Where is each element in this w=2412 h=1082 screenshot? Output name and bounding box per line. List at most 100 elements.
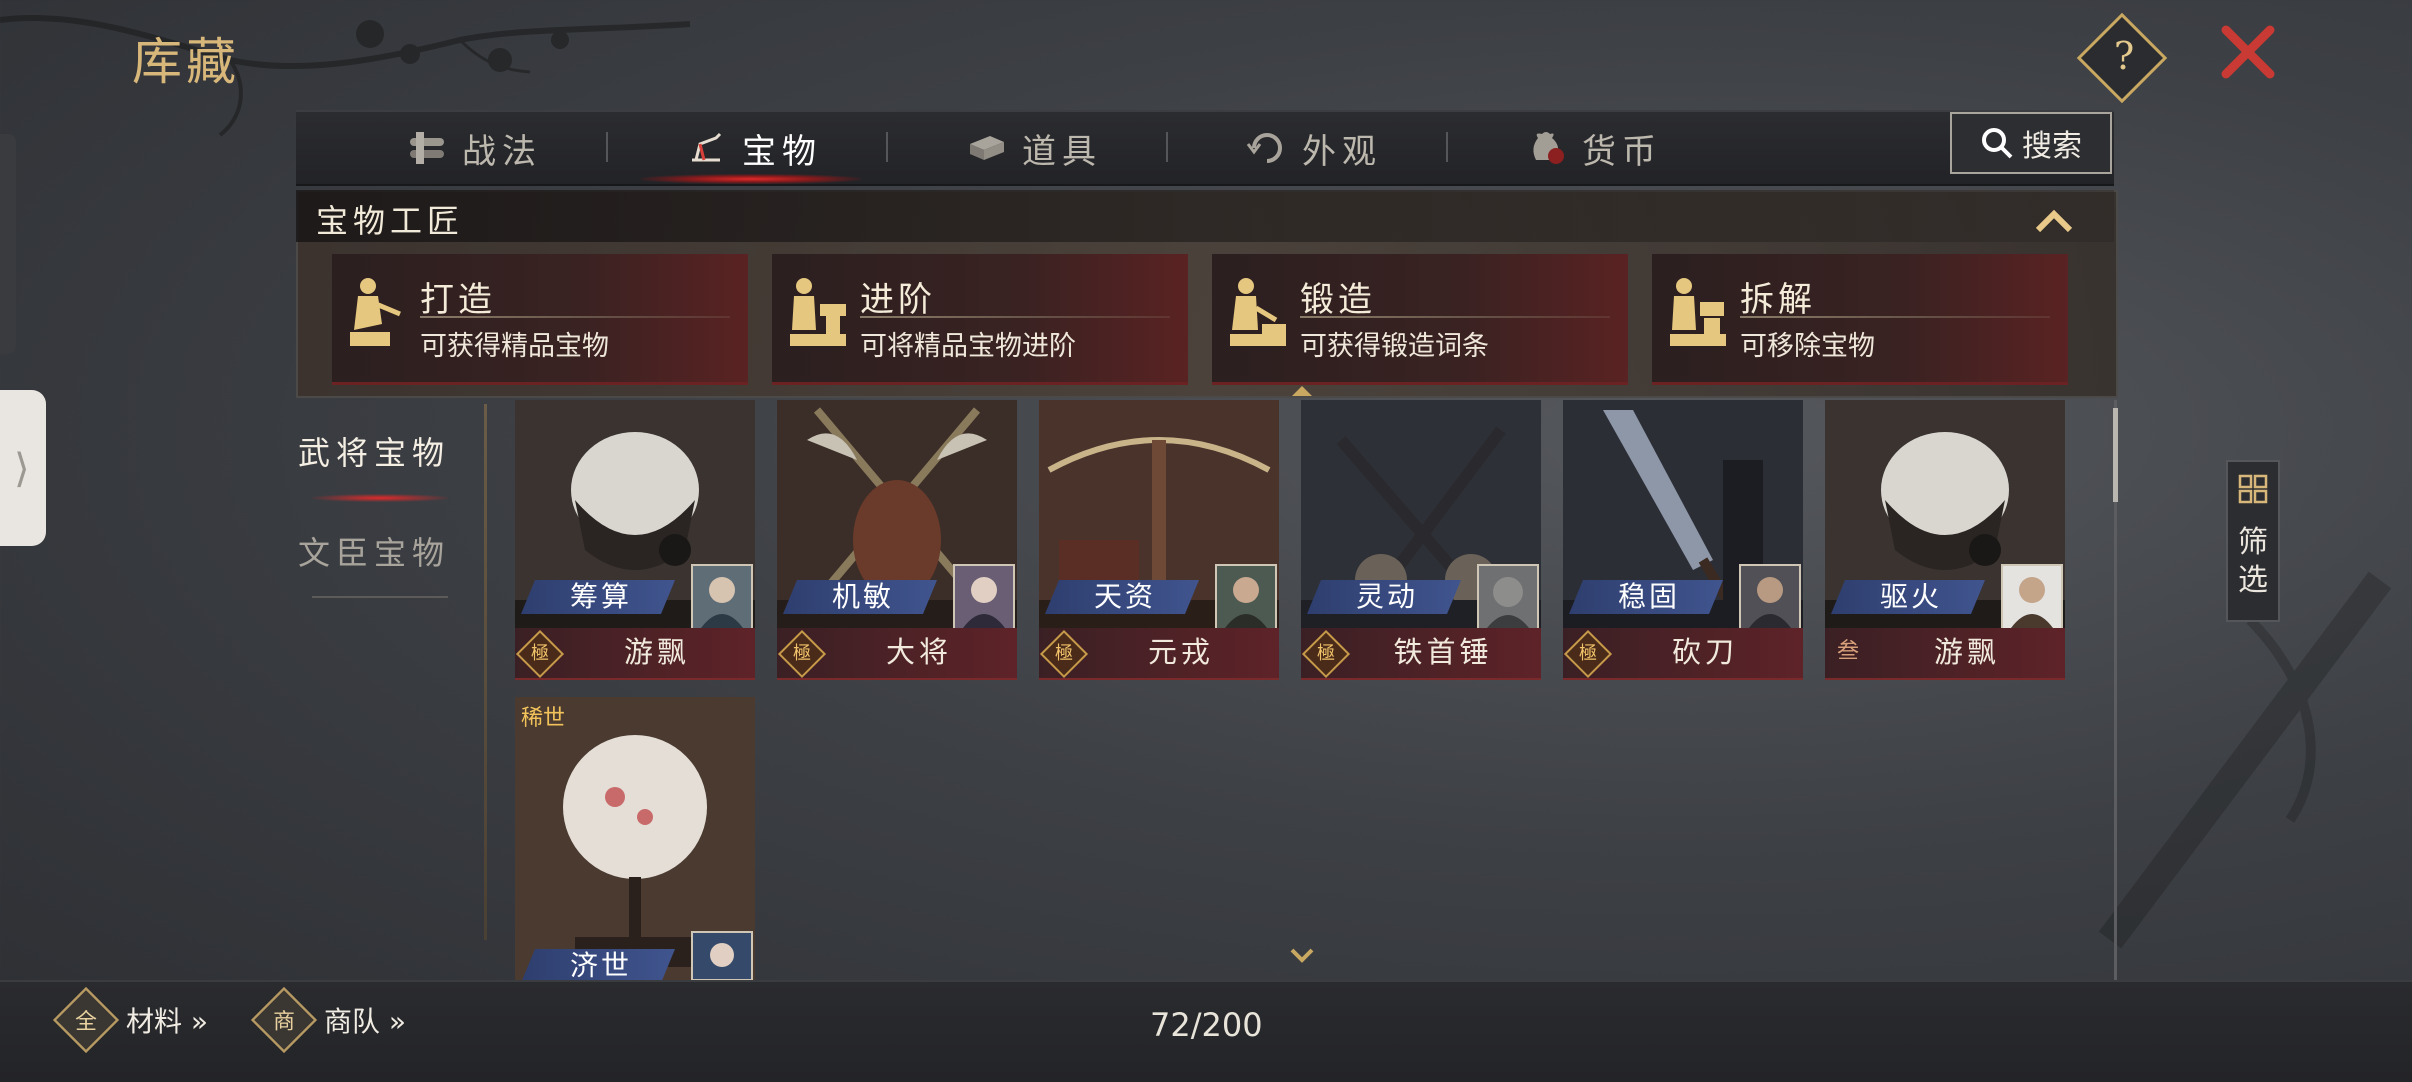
rare-label: 稀世 — [521, 706, 566, 731]
treasure-card[interactable]: 稀世 济世 — [515, 697, 755, 980]
treasure-attribute-tag: 筹算 — [521, 580, 675, 614]
treasure-card[interactable]: 机敏 極 大将 — [777, 400, 1017, 680]
craft-card-title: 进阶 — [860, 280, 936, 320]
caravan-label: 商队 » — [324, 1005, 407, 1038]
filter-button[interactable]: 筛选 — [2226, 460, 2280, 622]
filter-label: 筛选 — [2238, 525, 2268, 598]
treasure-owner-name: 元戎 — [1147, 635, 1214, 669]
treasure-owner-name: 游飘 — [1933, 635, 2000, 669]
treasure-card[interactable]: 天资 極 元戎 — [1039, 400, 1279, 680]
caravan-icon: 商 — [250, 986, 318, 1054]
category-civil-treasure[interactable]: 文臣宝物 — [298, 528, 450, 574]
category-general-treasure[interactable]: 武将宝物 — [298, 428, 450, 474]
treasure-card[interactable]: 驱火 叁 游飘 — [1825, 400, 2065, 680]
close-button[interactable] — [2218, 22, 2278, 82]
treasure-attribute-tag: 稳固 — [1569, 580, 1723, 614]
treasure-footer: 極 游飘 — [515, 628, 755, 680]
search-label: 搜索 — [2022, 129, 2082, 164]
divider — [860, 316, 1170, 318]
treasure-footer: 叁 游飘 — [1825, 628, 2065, 680]
chevron-down-icon — [1290, 948, 1314, 963]
grade-badge: 極 — [1301, 629, 1351, 679]
treasure-footer: 極 铁首锤 — [1301, 628, 1541, 680]
side-expand-tab[interactable]: ⟩ — [0, 390, 46, 546]
grade-badge: 極 — [1563, 629, 1613, 679]
craft-upgrade-card[interactable]: 进阶 可将精品宝物进阶 — [772, 254, 1188, 385]
appearance-icon — [1246, 133, 1282, 163]
treasure-card[interactable]: 灵动 極 铁首锤 — [1301, 400, 1541, 680]
tab-label: 货币 — [1582, 131, 1662, 172]
divider — [1740, 316, 2050, 318]
general-avatar — [1739, 564, 1801, 630]
left-edge-handle — [0, 134, 16, 354]
materials-icon: 全 — [52, 986, 120, 1054]
tab-label: 战法 — [462, 131, 542, 172]
craft-smelt-card[interactable]: 锻造 可获得锻造词条 — [1212, 254, 1628, 385]
treasure-card[interactable]: 稳固 極 砍刀 — [1563, 400, 1803, 680]
treasure-attribute-tag: 济世 — [521, 949, 675, 983]
help-button[interactable]: ? — [2076, 12, 2168, 104]
craft-forge-card[interactable]: 打造 可获得精品宝物 — [332, 254, 748, 385]
treasure-attribute-tag: 机敏 — [783, 580, 937, 614]
items-icon — [970, 136, 1004, 160]
treasure-attribute-tag: 灵动 — [1307, 580, 1461, 614]
craft-card-desc: 可移除宝物 — [1740, 331, 1875, 362]
search-icon — [1982, 128, 2013, 159]
general-avatar — [953, 564, 1015, 630]
tab-tactics[interactable]: 战法 — [406, 112, 542, 184]
craft-panel-title: 宝物工匠 — [316, 202, 465, 240]
treasure-footer: 極 大将 — [777, 628, 1017, 680]
tab-label: 道具 — [1022, 131, 1102, 172]
general-avatar — [2001, 564, 2063, 630]
treasure-footer: 極 砍刀 — [1563, 628, 1803, 680]
tab-currency[interactable]: 货币 — [1526, 112, 1662, 184]
tab-separator — [1446, 132, 1448, 162]
category-divider — [312, 596, 448, 598]
tab-label: 宝物 — [742, 131, 822, 172]
craft-dismantle-card[interactable]: 拆解 可移除宝物 — [1652, 254, 2068, 385]
tab-separator — [606, 132, 608, 162]
general-avatar — [691, 564, 753, 630]
grid-filter-icon — [2238, 474, 2268, 504]
general-avatar — [691, 931, 753, 981]
treasure-attribute-tag: 驱火 — [1831, 580, 1985, 614]
grade-badge: 極 — [1039, 629, 1089, 679]
collapse-chevron-up-icon[interactable] — [2034, 206, 2074, 236]
materials-link[interactable]: 全 材料 » — [52, 986, 208, 1054]
pointer-arrow-icon — [1292, 386, 1312, 396]
active-tab-indicator — [641, 174, 861, 184]
money-bag-icon — [1533, 132, 1564, 164]
craft-card-desc: 可获得精品宝物 — [420, 331, 609, 362]
scrollbar-thumb[interactable] — [2113, 408, 2118, 502]
tab-items[interactable]: 道具 — [966, 112, 1102, 184]
scrolls-icon — [410, 132, 444, 164]
grade-badge: 叁 — [1836, 639, 1859, 664]
tab-separator — [1166, 132, 1168, 162]
question-icon: ? — [2113, 33, 2135, 78]
craft-card-desc: 可获得锻造词条 — [1300, 331, 1489, 362]
treasure-footer: 極 元戎 — [1039, 628, 1279, 680]
craft-card-desc: 可将精品宝物进阶 — [860, 331, 1076, 362]
page-title: 库藏 — [132, 33, 240, 91]
inventory-count: 72/200 — [1150, 1006, 1263, 1044]
tab-label: 外观 — [1302, 131, 1382, 172]
craft-card-title: 打造 — [420, 280, 496, 320]
blacksmith-hammer-icon — [1230, 278, 1286, 346]
blacksmith-icon — [350, 278, 401, 346]
tab-appearance[interactable]: 外观 — [1246, 112, 1382, 184]
treasure-owner-name: 铁首锤 — [1393, 635, 1493, 669]
grade-badge: 極 — [515, 629, 565, 679]
search-button[interactable]: 搜索 — [1950, 112, 2112, 174]
caravan-link[interactable]: 商 商队 » — [250, 986, 407, 1054]
chevron-right-icon: ⟩ — [14, 446, 30, 492]
grade-badge: 極 — [777, 629, 827, 679]
active-category-indicator — [312, 494, 448, 502]
blacksmith-dismantle-icon — [1670, 278, 1726, 346]
tab-separator — [886, 132, 888, 162]
blacksmith-anvil-icon — [790, 278, 846, 346]
treasure-card[interactable]: 筹算 極 游飘 — [515, 400, 755, 680]
divider — [1300, 316, 1610, 318]
divider — [420, 316, 730, 318]
craft-card-title: 锻造 — [1300, 280, 1376, 320]
craft-card-title: 拆解 — [1740, 280, 1816, 320]
